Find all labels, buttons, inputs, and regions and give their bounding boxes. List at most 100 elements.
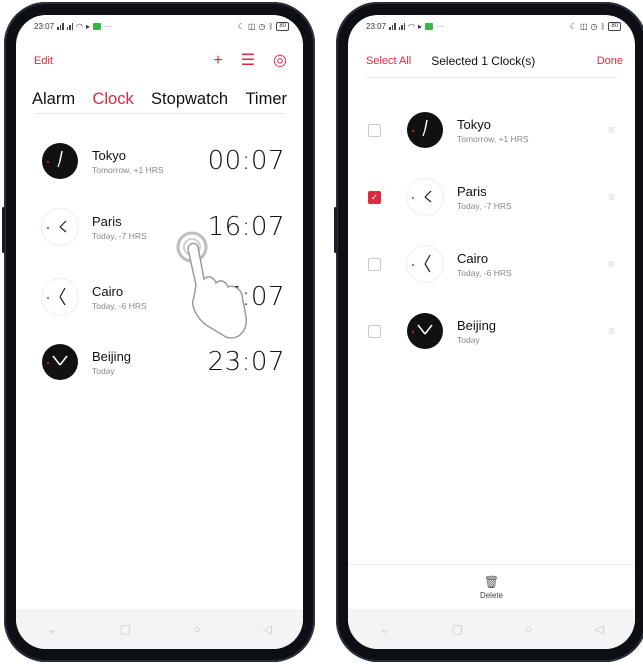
more-notifications-icon: ··· (436, 21, 445, 31)
city-offset: Today (92, 365, 115, 376)
clock-toolbar: Edit + ☰ ◎ (16, 49, 303, 73)
toolbar-divider (366, 77, 617, 78)
vibrate-icon: ◫ (247, 21, 256, 31)
clock-row-beijing[interactable]: Beijing Today 23:07 (42, 338, 285, 386)
check-icon: ✓ (370, 191, 379, 202)
clock-face-icon (42, 279, 78, 315)
battery-icon: 80 (608, 21, 621, 31)
bluetooth-icon: ᛒ (600, 21, 606, 31)
select-row-beijing[interactable]: Beijing Today ≡ (368, 307, 615, 355)
right-screen: 23:07 ◠ ▸ ··· ☾ ◫ ◷ ᛒ 80 Select All Sele… (348, 15, 635, 649)
city-name: Cairo (92, 283, 124, 299)
clock-face-icon (407, 246, 443, 282)
nav-bar: ⌄ ▢ ○ ◁ (348, 609, 635, 649)
status-bar: 23:07 ◠ ▸ ··· ☾ ◫ ◷ ᛒ 80 (16, 15, 303, 37)
city-time: 23:07 (207, 347, 285, 377)
battery-icon: 80 (276, 21, 289, 31)
city-offset: Today, -7 HRS (92, 230, 147, 241)
drag-handle-icon[interactable]: ≡ (608, 257, 615, 271)
left-screen: 23:07 ◠ ▸ ··· ☾ ◫ ◷ ᛒ 80 Edit + ☰ ◎ Alar… (16, 15, 303, 649)
tab-bar: Alarm Clock Stopwatch Timer (32, 84, 287, 114)
tab-alarm[interactable]: Alarm (32, 90, 75, 109)
more-notifications-icon: ··· (104, 21, 113, 31)
signal-icon (57, 22, 64, 30)
tab-stopwatch[interactable]: Stopwatch (151, 90, 228, 109)
tab-divider (34, 113, 285, 114)
plus-icon[interactable]: + (213, 53, 222, 69)
city-offset: Today, -6 HRS (92, 300, 147, 311)
select-row-paris[interactable]: ✓ Paris Today, -7 HRS ≡ (368, 173, 615, 221)
done-button[interactable]: Done (597, 55, 623, 67)
select-row-tokyo[interactable]: Tokyo Tomorrow, +1 HRS ≡ (368, 106, 615, 154)
clock-face-icon (42, 209, 78, 245)
recent-apps-icon[interactable]: ▢ (119, 622, 130, 636)
status-time: 23:07 (34, 21, 55, 31)
list-icon[interactable]: ☰ (241, 53, 255, 69)
delete-button[interactable]: 🗑 Delete (348, 564, 635, 609)
app-notification-icon (93, 22, 102, 30)
clock-face-icon (42, 143, 78, 179)
tab-clock[interactable]: Clock (92, 90, 133, 109)
signal-icon-2 (66, 22, 74, 30)
moon-icon: ☾ (569, 21, 577, 31)
city-offset: Tomorrow, +1 HRS (457, 133, 529, 144)
clock-face-icon (42, 344, 78, 380)
chevron-down-icon[interactable]: ⌄ (47, 622, 57, 636)
chevron-down-icon[interactable]: ⌄ (379, 622, 389, 636)
checkbox[interactable] (368, 123, 381, 137)
city-offset: Tomorrow, +1 HRS (92, 164, 164, 175)
moon-icon: ☾ (237, 21, 245, 31)
clock-face-icon (407, 313, 443, 349)
side-button (334, 207, 337, 253)
status-bar: 23:07 ◠ ▸ ··· ☾ ◫ ◷ ᛒ 80 (348, 15, 635, 37)
tap-hand-icon (176, 231, 247, 339)
signal-icon-2 (398, 22, 406, 30)
app-notification-icon (425, 22, 434, 30)
city-name: Beijing (457, 317, 497, 333)
recent-apps-icon[interactable]: ▢ (451, 622, 462, 636)
status-time: 23:07 (366, 21, 387, 31)
city-name: Beijing (92, 348, 132, 364)
delete-label: Delete (479, 590, 504, 600)
right-phone: 23:07 ◠ ▸ ··· ☾ ◫ ◷ ᛒ 80 Select All Sele… (334, 2, 643, 662)
selection-count: Selected 1 Clock(s) (431, 54, 536, 68)
clock-face-icon (407, 179, 443, 215)
city-name: Cairo (457, 250, 489, 266)
checkbox[interactable] (368, 324, 381, 338)
city-name: Paris (92, 213, 122, 229)
city-name: Paris (457, 183, 487, 199)
left-phone: 23:07 ◠ ▸ ··· ☾ ◫ ◷ ᛒ 80 Edit + ☰ ◎ Alar… (2, 2, 315, 662)
home-icon[interactable]: ○ (525, 622, 532, 636)
city-offset: Today (457, 334, 480, 345)
bluetooth-icon: ᛒ (268, 21, 274, 31)
vibrate-icon: ◫ (579, 21, 588, 31)
edit-button[interactable]: Edit (34, 55, 53, 67)
drag-handle-icon[interactable]: ≡ (608, 190, 615, 204)
alarm-icon: ◷ (258, 21, 266, 31)
wifi-icon: ◠ (408, 21, 416, 31)
tab-timer[interactable]: Timer (245, 90, 287, 109)
nav-bar: ⌄ ▢ ○ ◁ (16, 609, 303, 649)
select-all-button[interactable]: Select All (366, 55, 411, 67)
city-name: Tokyo (457, 116, 491, 132)
drag-handle-icon[interactable]: ≡ (608, 324, 615, 338)
checkbox[interactable] (368, 257, 381, 271)
select-row-cairo[interactable]: Cairo Today, -6 HRS ≡ (368, 240, 615, 288)
city-offset: Today, -6 HRS (457, 267, 512, 278)
back-icon[interactable]: ◁ (595, 622, 604, 636)
alarm-icon: ◷ (590, 21, 598, 31)
play-icon: ▸ (418, 21, 423, 31)
drag-handle-icon[interactable]: ≡ (608, 123, 615, 137)
clock-row-tokyo[interactable]: Tokyo Tomorrow, +1 HRS 00:07 (42, 137, 285, 185)
home-icon[interactable]: ○ (193, 622, 200, 636)
clock-face-icon (407, 112, 443, 148)
trash-icon: 🗑 (483, 574, 500, 589)
city-offset: Today, -7 HRS (457, 200, 512, 211)
checkbox-checked[interactable]: ✓ (368, 190, 381, 204)
settings-icon[interactable]: ◎ (273, 53, 287, 69)
wifi-icon: ◠ (76, 21, 84, 31)
back-icon[interactable]: ◁ (263, 622, 272, 636)
city-name: Tokyo (92, 147, 126, 163)
play-icon: ▸ (86, 21, 91, 31)
side-button (2, 207, 5, 253)
